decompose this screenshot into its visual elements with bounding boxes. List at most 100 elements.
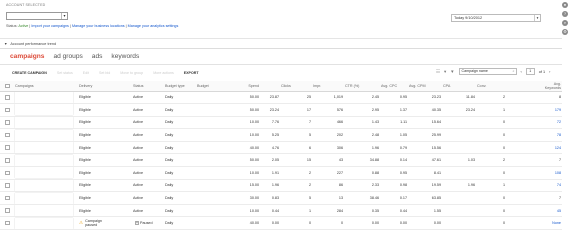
- row-checkbox[interactable]: [5, 170, 10, 176]
- chevron-down-icon[interactable]: ▾: [444, 69, 446, 75]
- plus-icon[interactable]: +: [135, 221, 139, 226]
- columns-icon[interactable]: ☷: [436, 69, 440, 75]
- budget-cell[interactable]: 40.00: [226, 216, 260, 231]
- status-cell[interactable]: Active: [132, 91, 164, 105]
- status-cell[interactable]: Active: [132, 191, 164, 205]
- keywords-cell[interactable]: 78: [532, 128, 562, 142]
- status-cell[interactable]: Active: [132, 116, 164, 130]
- keywords-cell[interactable]: None: [532, 216, 562, 231]
- campaign-name-cell[interactable]: [14, 191, 78, 205]
- row-select-cell[interactable]: [0, 216, 14, 231]
- column-header-status[interactable]: Status: [132, 81, 164, 92]
- row-select-cell[interactable]: [0, 191, 14, 205]
- status-cell[interactable]: Active: [132, 166, 164, 180]
- budget-cell[interactable]: 10.00: [226, 116, 260, 130]
- column-header-impr[interactable]: Impr.: [312, 81, 344, 92]
- row-select-cell[interactable]: [0, 103, 14, 117]
- search-icon[interactable]: ⌕: [562, 20, 568, 26]
- row-select-cell[interactable]: [0, 153, 14, 168]
- keywords-cell[interactable]: 72: [532, 116, 562, 130]
- business-locations-link[interactable]: Manage your business locations: [72, 24, 125, 28]
- campaign-name-cell[interactable]: [14, 128, 78, 142]
- budget-cell[interactable]: 15.00: [226, 179, 260, 193]
- row-select-cell[interactable]: [0, 128, 14, 142]
- row-select-cell[interactable]: [0, 166, 14, 180]
- campaign-name-cell[interactable]: [14, 166, 78, 180]
- row-checkbox[interactable]: [5, 95, 10, 100]
- row-checkbox[interactable]: [5, 145, 10, 150]
- row-select-cell[interactable]: [0, 179, 14, 193]
- select-all-cell[interactable]: [0, 81, 14, 92]
- row-select-cell[interactable]: [0, 204, 14, 218]
- budget-cell[interactable]: 10.00: [226, 128, 260, 142]
- column-header-spend[interactable]: Spend: [226, 81, 260, 92]
- keywords-cell[interactable]: 108: [532, 166, 562, 180]
- search-icon[interactable]: ⌕: [513, 69, 515, 74]
- column-header-delivery[interactable]: Delivery: [78, 81, 132, 92]
- status-cell[interactable]: Active: [132, 204, 164, 218]
- column-header-avg-cpc[interactable]: Avg. CPC: [380, 81, 408, 92]
- status-cell[interactable]: Active: [132, 141, 164, 155]
- column-header-budget[interactable]: Budget: [196, 81, 226, 92]
- column-header-cpa[interactable]: CPA: [442, 81, 476, 92]
- campaign-name-cell[interactable]: [14, 204, 78, 218]
- page-number-input[interactable]: 1: [525, 68, 535, 75]
- keywords-cell[interactable]: 179: [532, 103, 562, 117]
- column-header-clicks[interactable]: Clicks: [280, 81, 312, 92]
- row-checkbox[interactable]: [5, 195, 10, 201]
- chevron-down-icon[interactable]: ▾: [534, 15, 540, 21]
- column-header-keywords[interactable]: Avg. Keywords: [532, 81, 562, 92]
- budget-cell[interactable]: 40.00: [226, 141, 260, 155]
- select-all-checkbox[interactable]: [5, 83, 10, 88]
- campaign-search-input[interactable]: Campaign name ⌕: [458, 68, 517, 75]
- row-select-cell[interactable]: [0, 116, 14, 130]
- row-checkbox[interactable]: [5, 158, 10, 163]
- column-header-avg-cpm[interactable]: Avg. CPM: [408, 81, 442, 92]
- budget-cell[interactable]: 10.00: [226, 166, 260, 180]
- tab-ads[interactable]: ads: [92, 53, 103, 60]
- campaign-name-cell[interactable]: [14, 116, 78, 130]
- column-header-budget-type[interactable]: Budget type: [164, 81, 196, 92]
- status-cell[interactable]: Active: [132, 153, 164, 168]
- budget-cell[interactable]: 30.00: [226, 191, 260, 205]
- row-checkbox[interactable]: [5, 120, 10, 125]
- row-checkbox[interactable]: [5, 107, 10, 113]
- campaign-name-cell[interactable]: [14, 91, 78, 105]
- date-range-picker[interactable]: Today 9/10/2012 ▾: [451, 14, 541, 22]
- status-cell[interactable]: + Paused: [132, 216, 164, 231]
- import-campaigns-link[interactable]: Import your campaigns: [31, 24, 69, 28]
- tab-ad-groups[interactable]: ad groups: [53, 53, 82, 60]
- export-button[interactable]: EXPORT: [184, 71, 199, 75]
- budget-cell[interactable]: 50.00: [226, 91, 260, 105]
- chevron-down-icon[interactable]: ▾: [61, 13, 67, 19]
- status-cell[interactable]: Active: [132, 128, 164, 142]
- create-campaign-button[interactable]: CREATE CAMPAIGN: [12, 71, 47, 75]
- row-checkbox[interactable]: [5, 183, 10, 188]
- keywords-cell[interactable]: 74: [532, 179, 562, 193]
- prev-page-icon[interactable]: ‹: [521, 70, 522, 74]
- settings-icon[interactable]: ●: [562, 2, 568, 8]
- budget-cell[interactable]: 50.00: [226, 103, 260, 117]
- performance-trend-toggle[interactable]: ▼ Account performance trend: [4, 42, 56, 46]
- campaign-name-cell[interactable]: [14, 103, 78, 117]
- campaign-name-cell[interactable]: [14, 141, 78, 155]
- gear-icon[interactable]: ⚙: [562, 29, 568, 35]
- account-dropdown[interactable]: ▾: [6, 12, 68, 20]
- tab-campaigns[interactable]: campaigns: [10, 53, 44, 60]
- campaign-name-cell[interactable]: [14, 179, 78, 193]
- keywords-cell[interactable]: 124: [532, 141, 562, 155]
- status-cell[interactable]: Active: [132, 103, 164, 117]
- budget-cell[interactable]: 10.00: [226, 204, 260, 218]
- column-header-campaigns[interactable]: Campaigns: [14, 81, 78, 92]
- row-select-cell[interactable]: [0, 91, 14, 105]
- column-header-conv[interactable]: Conv.: [476, 81, 506, 92]
- tab-keywords[interactable]: keywords: [111, 53, 139, 60]
- row-checkbox[interactable]: [5, 132, 10, 138]
- column-header-ctr[interactable]: CTR (%): [344, 81, 380, 92]
- row-checkbox[interactable]: [5, 220, 10, 226]
- campaign-name-cell[interactable]: [14, 153, 78, 168]
- next-page-icon[interactable]: ›: [549, 70, 550, 74]
- row-checkbox[interactable]: [5, 208, 10, 213]
- budget-cell[interactable]: 50.00: [226, 153, 260, 168]
- filter-icon[interactable]: ▼: [450, 69, 454, 74]
